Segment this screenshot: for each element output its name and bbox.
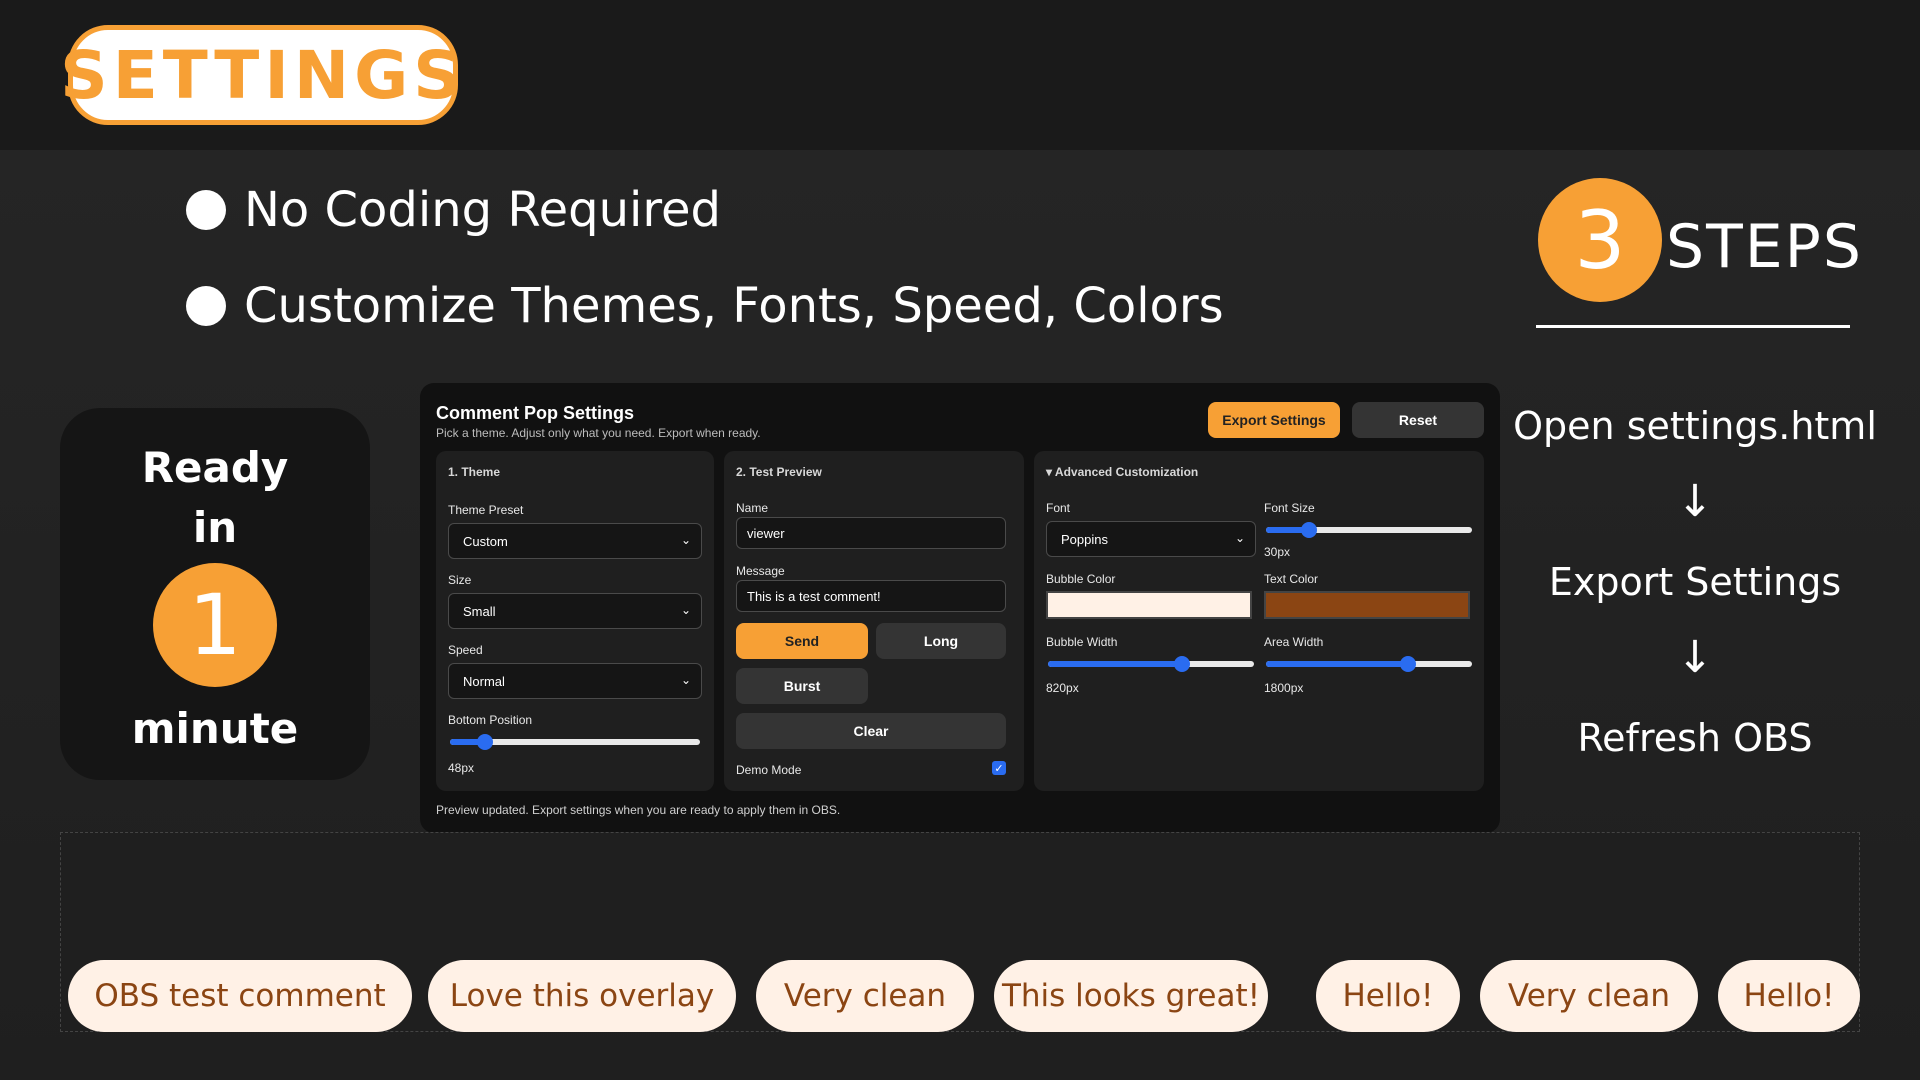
demo-mode-label: Demo Mode [736,763,802,777]
settings-panel: Comment Pop Settings Pick a theme. Adjus… [420,383,1500,833]
bottom-position-value: 48px [448,761,475,775]
steps-heading: 3 STEPS [1536,178,1861,328]
reset-button[interactable]: Reset [1352,402,1484,438]
bottom-position-slider[interactable] [450,734,700,750]
message-input[interactable]: This is a test comment! [736,580,1006,612]
bubble-color-label: Bubble Color [1046,572,1116,586]
size-value: Small [463,603,496,619]
steps-number: 3 [1538,178,1662,302]
slider-knob[interactable] [1301,522,1318,538]
chevron-down-icon: ⌄ [680,533,691,547]
size-select[interactable]: Small ⌄ [448,593,702,629]
demo-mode-checkbox[interactable]: ✓ [992,761,1006,775]
bullet-no-coding: No Coding Required [186,182,721,238]
long-button[interactable]: Long [876,623,1006,659]
ready-line-2: in [192,503,238,552]
ready-card: Ready in 1 minute [60,408,370,780]
font-size-value: 30px [1264,545,1291,559]
preview-heading: 2. Test Preview [736,465,822,479]
page-title: SETTINGS [60,25,461,125]
theme-preset-select[interactable]: Custom ⌄ [448,523,702,559]
send-button[interactable]: Send [736,623,868,659]
theme-preset-label: Theme Preset [448,503,524,517]
size-label: Size [448,573,472,587]
ready-number: 1 [153,563,277,687]
area-width-slider[interactable] [1266,656,1472,672]
font-select[interactable]: Poppins ⌄ [1046,521,1256,557]
slider-knob[interactable] [1400,656,1417,672]
font-size-slider[interactable] [1266,522,1472,538]
clear-button[interactable]: Clear [736,713,1006,749]
font-label: Font [1046,501,1071,515]
comment-bubble: Love this overlay [428,960,736,1032]
comment-bubble: This looks great! [994,960,1268,1032]
chevron-down-icon: ⌄ [680,603,691,617]
chevron-down-icon: ⌄ [1234,531,1245,545]
status-message: Preview updated. Export settings when yo… [436,803,841,817]
bullet-dot-icon [186,286,226,326]
bubble-width-label: Bubble Width [1046,635,1118,649]
bottom-position-label: Bottom Position [448,713,533,727]
message-label: Message [736,564,785,578]
arrow-down-icon: ↓ [1676,632,1714,683]
steps-word: STEPS [1666,212,1863,282]
name-label: Name [736,501,769,515]
flow-step-2: Export Settings [1548,560,1842,604]
ready-line-1: Ready [141,443,289,492]
panel-subtitle: Pick a theme. Adjust only what you need.… [436,426,761,440]
font-size-label: Font Size [1264,501,1315,515]
advanced-card: ▾ Advanced Customization Font Poppins ⌄ … [1034,451,1484,791]
slider-fill [1266,661,1409,667]
bullet-text: No Coding Required [244,182,721,238]
comment-bubble: OBS test comment [68,960,412,1032]
area-width-label: Area Width [1264,635,1324,649]
bubble-color-picker[interactable] [1046,591,1252,619]
name-input[interactable]: viewer [736,517,1006,549]
area-width-value: 1800px [1264,681,1304,695]
theme-heading: 1. Theme [448,465,501,479]
bubble-width-value: 820px [1046,681,1079,695]
bullet-dot-icon [186,190,226,230]
speed-value: Normal [463,673,505,689]
comment-bubble: Hello! [1718,960,1860,1032]
bullet-text: Customize Themes, Fonts, Speed, Colors [244,278,1224,334]
panel-title: Comment Pop Settings [436,403,635,423]
advanced-heading[interactable]: ▾ Advanced Customization [1046,465,1198,479]
message-value: This is a test comment! [747,588,881,604]
flow-step-1: Open settings.html [1513,404,1877,448]
name-value: viewer [747,525,785,541]
theme-preset-value: Custom [463,533,508,549]
top-bar: SETTINGS [0,0,1920,150]
arrow-down-icon: ↓ [1676,476,1714,527]
theme-card: 1. Theme Theme Preset Custom ⌄ Size Smal… [436,451,714,791]
flow-step-3: Refresh OBS [1577,716,1813,760]
preview-card: 2. Test Preview Name viewer Message This… [724,451,1024,791]
comment-bubble: Hello! [1316,960,1460,1032]
ready-line-3: minute [131,704,299,753]
slider-knob[interactable] [477,734,493,750]
font-value: Poppins [1061,531,1108,547]
chevron-down-icon: ⌄ [680,673,691,687]
speed-label: Speed [448,643,483,657]
text-color-picker[interactable] [1264,591,1470,619]
bubble-width-slider[interactable] [1048,656,1254,672]
bullet-customize: Customize Themes, Fonts, Speed, Colors [186,278,1224,334]
comment-bubble: Very clean [1480,960,1698,1032]
slider-knob[interactable] [1173,656,1190,672]
export-settings-button[interactable]: Export Settings [1208,402,1340,438]
burst-button[interactable]: Burst [736,668,868,704]
text-color-label: Text Color [1264,572,1319,586]
slider-fill [1048,661,1182,667]
speed-select[interactable]: Normal ⌄ [448,663,702,699]
comment-bubble: Very clean [756,960,974,1032]
